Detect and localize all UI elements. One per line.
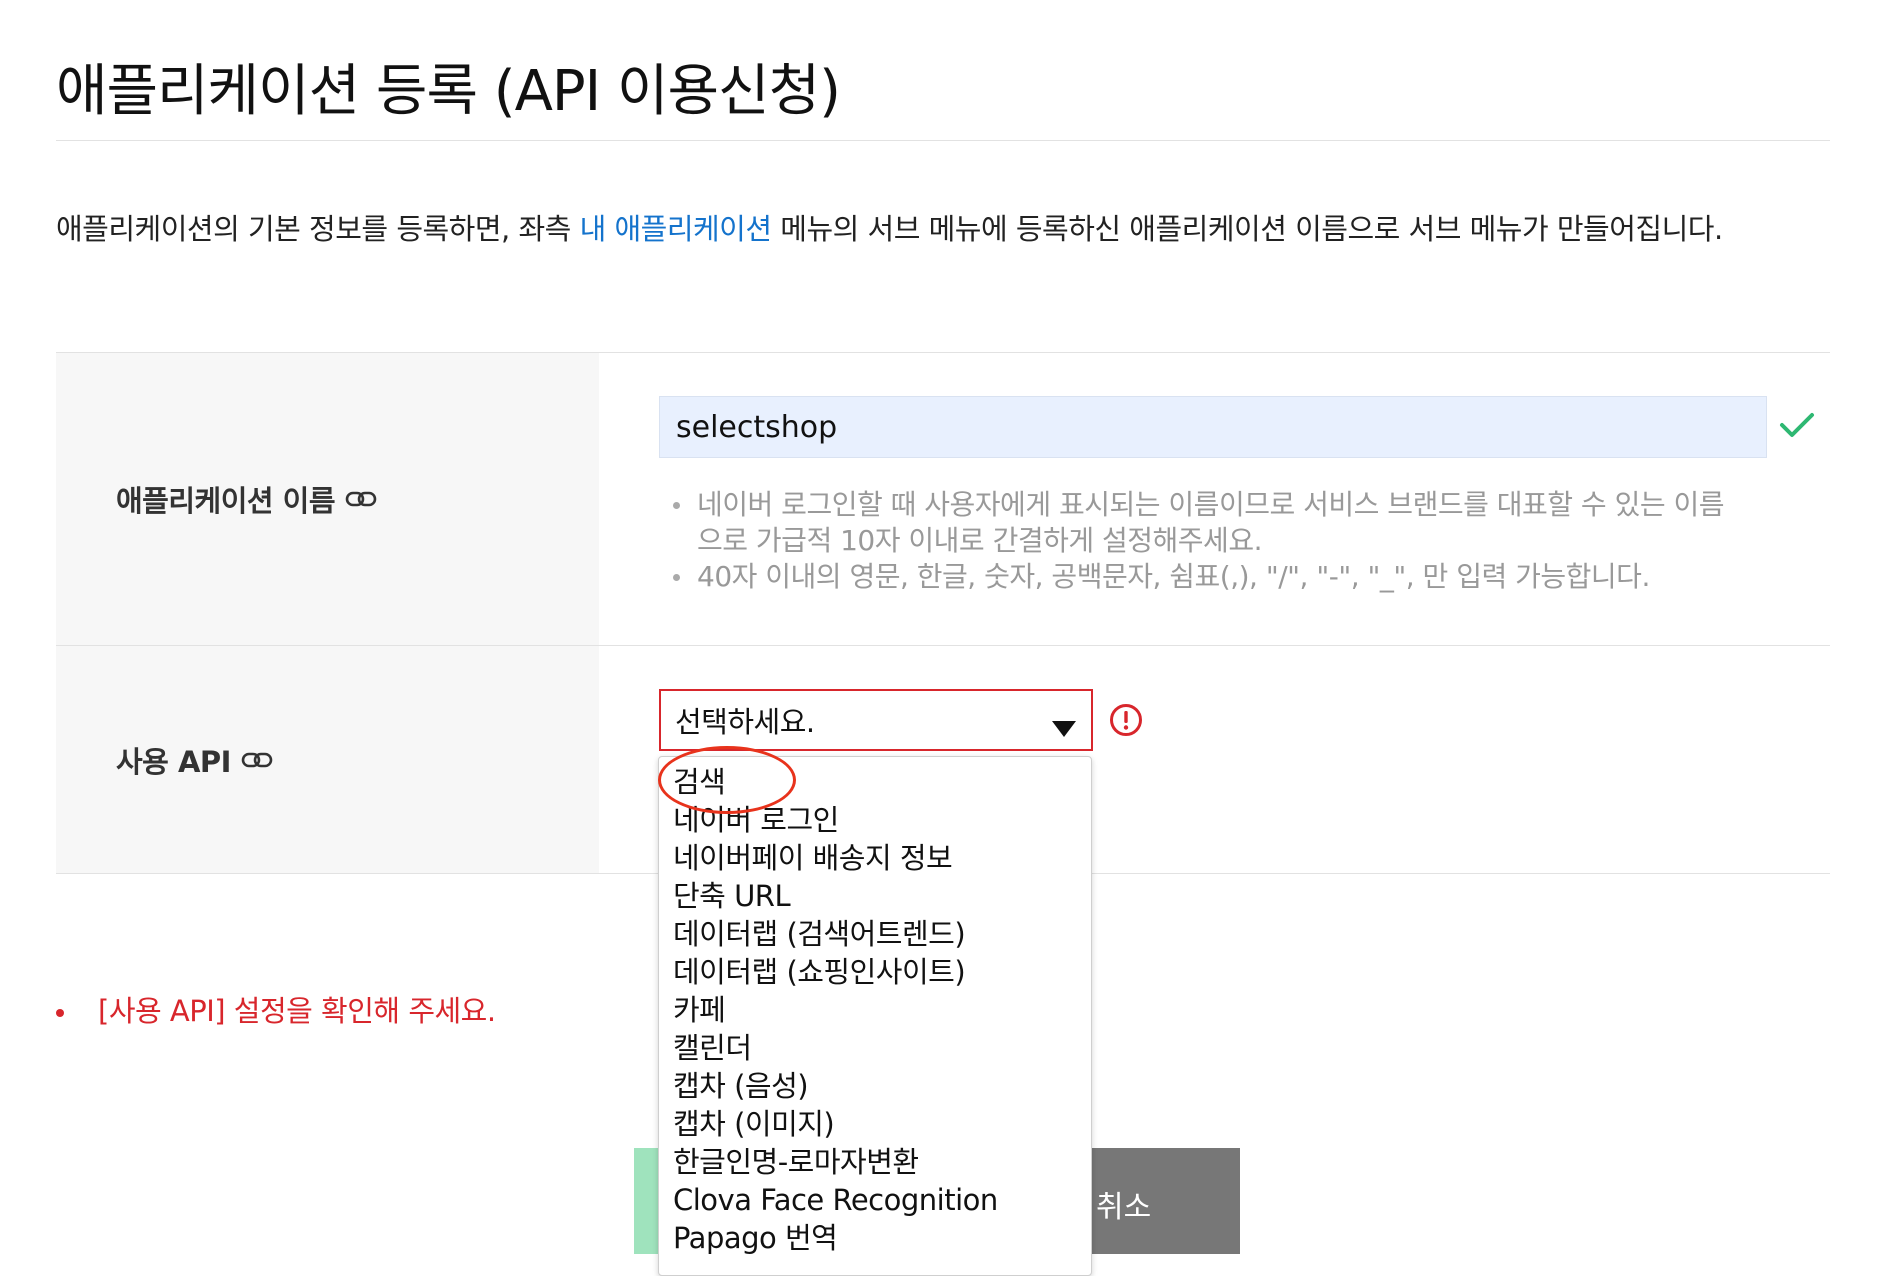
intro-text: 애플리케이션의 기본 정보를 등록하면, 좌측 내 애플리케이션 메뉴의 서브 … bbox=[56, 200, 1826, 258]
cancel-button-label: 취소 bbox=[1096, 1190, 1152, 1225]
validation-error: [사용 API] 설정을 확인해 주세요. bbox=[56, 988, 496, 1030]
api-option[interactable]: 검색 bbox=[659, 763, 1091, 801]
api-option[interactable]: Papago 번역 bbox=[659, 1219, 1091, 1257]
api-label-cell: 사용 API bbox=[56, 646, 599, 873]
caret-down-icon bbox=[1051, 712, 1077, 746]
my-applications-link[interactable]: 내 애플리케이션 bbox=[580, 212, 772, 246]
app-name-label: 애플리케이션 이름 bbox=[116, 484, 336, 518]
link-icon[interactable] bbox=[241, 743, 273, 777]
app-name-value-cell: 네이버 로그인할 때 사용자에게 표시되는 이름이므로 서비스 브랜드를 대표할… bbox=[599, 353, 1830, 645]
app-name-help-list: 네이버 로그인할 때 사용자에게 표시되는 이름이므로 서비스 브랜드를 대표할… bbox=[669, 487, 1729, 595]
app-name-row: 애플리케이션 이름 네이버 로그인할 때 사용자에게 표시되는 이름이므로 서비… bbox=[56, 353, 1830, 646]
app-name-label-cell: 애플리케이션 이름 bbox=[56, 353, 599, 645]
api-option[interactable]: 단축 URL bbox=[659, 877, 1091, 915]
link-icon[interactable] bbox=[345, 482, 377, 516]
api-option[interactable]: Clova Face Recognition bbox=[659, 1181, 1091, 1219]
api-option[interactable]: 한글인명-로마자변환 bbox=[659, 1143, 1091, 1181]
app-name-input[interactable] bbox=[659, 396, 1767, 458]
help-item: 네이버 로그인할 때 사용자에게 표시되는 이름이므로 서비스 브랜드를 대표할… bbox=[669, 487, 1729, 559]
error-circle-icon bbox=[1109, 703, 1143, 741]
error-bullet bbox=[56, 1009, 64, 1017]
validation-error-text: [사용 API] 설정을 확인해 주세요. bbox=[98, 994, 496, 1028]
api-option[interactable]: 네이버페이 배송지 정보 bbox=[659, 839, 1091, 877]
api-option[interactable]: 카페 bbox=[659, 991, 1091, 1029]
title-divider bbox=[56, 140, 1830, 141]
api-option[interactable]: 캘린더 bbox=[659, 1029, 1091, 1067]
help-item: 40자 이내의 영문, 한글, 숫자, 공백문자, 쉼표(,), "/", "-… bbox=[669, 559, 1729, 595]
api-option[interactable]: 데이터랩 (검색어트렌드) bbox=[659, 915, 1091, 953]
intro-text-after: 메뉴의 서브 메뉴에 등록하신 애플리케이션 이름으로 서브 메뉴가 만들어집니… bbox=[771, 212, 1723, 246]
api-option[interactable]: 네이버 로그인 bbox=[659, 801, 1091, 839]
api-select-value: 선택하세요. bbox=[675, 705, 815, 739]
api-option[interactable]: 데이터랩 (쇼핑인사이트) bbox=[659, 953, 1091, 991]
check-icon bbox=[1779, 411, 1815, 443]
api-option[interactable]: 캡차 (이미지) bbox=[659, 1105, 1091, 1143]
api-dropdown-list[interactable]: 검색 네이버 로그인 네이버페이 배송지 정보 단축 URL 데이터랩 (검색어… bbox=[658, 756, 1092, 1276]
api-select[interactable]: 선택하세요. bbox=[659, 689, 1093, 751]
page-title: 애플리케이션 등록 (API 이용신청) bbox=[56, 59, 841, 124]
api-option[interactable]: 캡차 (음성) bbox=[659, 1067, 1091, 1105]
api-label: 사용 API bbox=[116, 744, 231, 779]
intro-text-before: 애플리케이션의 기본 정보를 등록하면, 좌측 bbox=[56, 212, 580, 246]
